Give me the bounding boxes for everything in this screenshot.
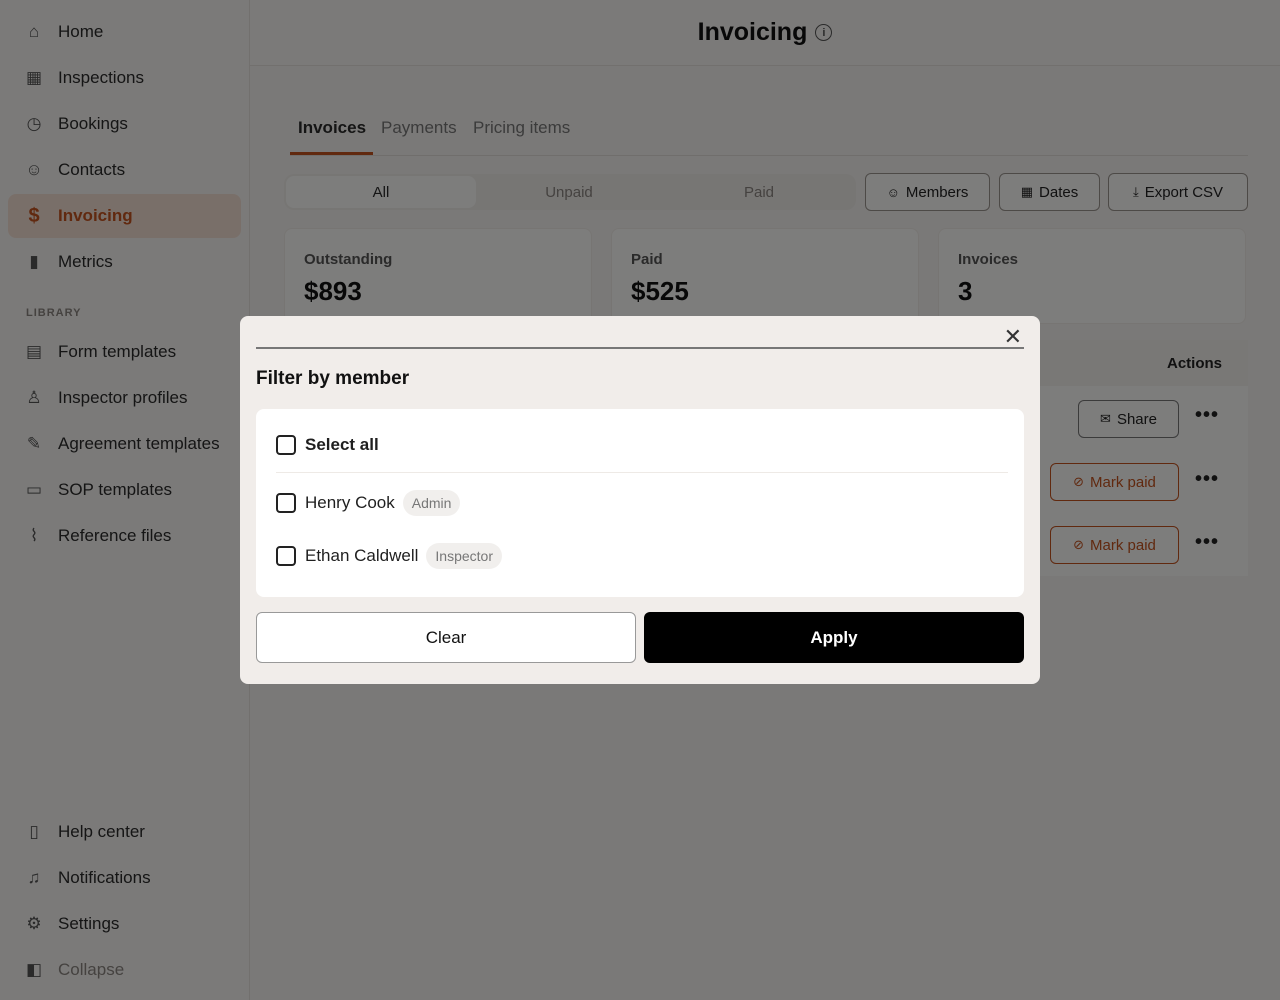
select-all-option[interactable]: Select all bbox=[276, 435, 379, 455]
select-all-checkbox[interactable] bbox=[276, 435, 296, 455]
apply-button[interactable]: Apply bbox=[644, 612, 1024, 663]
clear-button[interactable]: Clear bbox=[256, 612, 636, 663]
select-all-label: Select all bbox=[305, 435, 379, 454]
role-badge: Admin bbox=[402, 490, 461, 516]
filter-by-member-dialog: ✕ Filter by member Select all Henry Cook… bbox=[240, 316, 1040, 684]
dialog-divider bbox=[256, 347, 1024, 349]
role-badge: Inspector bbox=[426, 543, 502, 569]
list-divider bbox=[276, 472, 1008, 473]
member-option-ethan-caldwell[interactable]: Ethan Caldwell Inspector bbox=[276, 543, 502, 569]
member-checkbox[interactable] bbox=[276, 546, 296, 566]
member-name: Henry Cook bbox=[305, 493, 395, 512]
member-checkbox[interactable] bbox=[276, 493, 296, 513]
dialog-title: Filter by member bbox=[256, 368, 410, 389]
member-option-henry-cook[interactable]: Henry Cook Admin bbox=[276, 490, 461, 516]
member-name: Ethan Caldwell bbox=[305, 546, 419, 565]
member-list: Select all Henry Cook Admin Ethan Caldwe… bbox=[256, 409, 1024, 597]
